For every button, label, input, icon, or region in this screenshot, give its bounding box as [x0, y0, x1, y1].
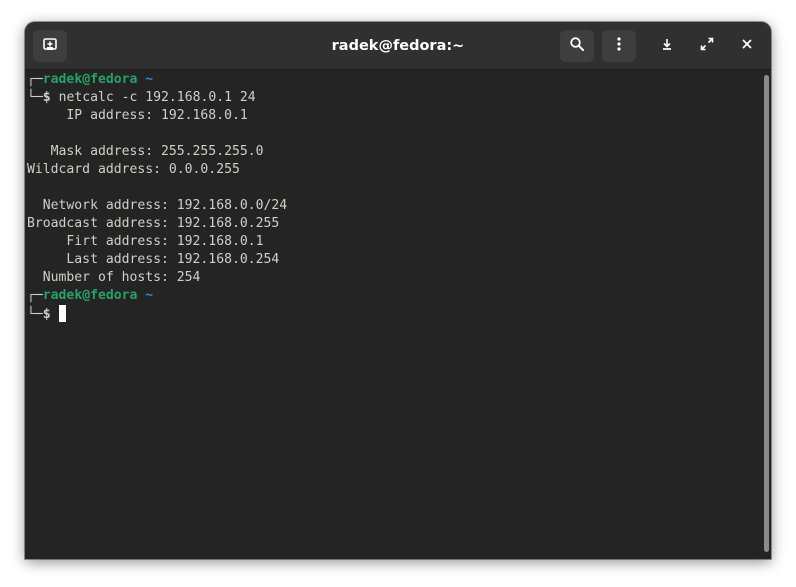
menu-button[interactable] — [602, 30, 636, 62]
header-bar: radek@fedora:~ — [25, 22, 771, 70]
terminal-window: radek@fedora:~ ┌─radek@fedora ~ └─$ netc… — [25, 22, 771, 559]
input-line[interactable]: └─$ — [27, 305, 66, 323]
prompt-dollar: $ — [42, 90, 51, 105]
output-line: Number of hosts: 254 — [27, 270, 201, 285]
prompt-dollar: $ — [42, 307, 51, 322]
command-line: └─$ netcalc -c 192.168.0.1 24 — [27, 89, 256, 107]
prompt-user-host: radek@fedora — [42, 288, 138, 303]
search-button[interactable] — [560, 30, 594, 62]
output-line: Firt address: 192.168.0.1 — [27, 234, 264, 249]
output-line: Wildcard address: 0.0.0.255 — [27, 162, 240, 177]
text-cursor — [58, 305, 66, 322]
output-line: Network address: 192.168.0.0/24 — [27, 198, 288, 213]
output-line: Mask address: 255.255.255.0 — [27, 144, 264, 159]
close-icon — [741, 37, 753, 55]
new-tab-button[interactable] — [33, 30, 67, 62]
minimize-icon — [660, 37, 674, 56]
prompt-box-bottom: └─ — [27, 90, 43, 105]
prompt-box-top: ┌─ — [27, 72, 43, 87]
prompt-cwd: ~ — [145, 72, 154, 87]
search-icon — [569, 36, 585, 57]
prompt-user-host: radek@fedora — [42, 72, 138, 87]
prompt-box-bottom: └─ — [27, 307, 43, 322]
output-line: IP address: 192.168.0.1 — [27, 108, 248, 123]
new-tab-icon — [42, 36, 58, 57]
minimize-button[interactable] — [650, 30, 684, 62]
scrollbar[interactable] — [761, 71, 771, 559]
vertical-dots-icon — [611, 36, 627, 57]
maximize-icon — [700, 37, 714, 56]
scrollbar-thumb[interactable] — [764, 75, 769, 552]
prompt-line-top: ┌─radek@fedora ~ — [27, 287, 153, 305]
output-line: Last address: 192.168.0.254 — [27, 252, 280, 267]
prompt-cwd: ~ — [145, 288, 154, 303]
command-text: netcalc -c 192.168.0.1 24 — [58, 90, 256, 105]
output-line: Broadcast address: 192.168.0.255 — [27, 216, 280, 231]
prompt-box-top: ┌─ — [27, 288, 43, 303]
prompt-line-top: ┌─radek@fedora ~ — [27, 71, 153, 89]
terminal-area[interactable]: ┌─radek@fedora ~ └─$ netcalc -c 192.168.… — [25, 71, 761, 559]
maximize-button[interactable] — [690, 30, 724, 62]
close-button[interactable] — [730, 30, 764, 62]
